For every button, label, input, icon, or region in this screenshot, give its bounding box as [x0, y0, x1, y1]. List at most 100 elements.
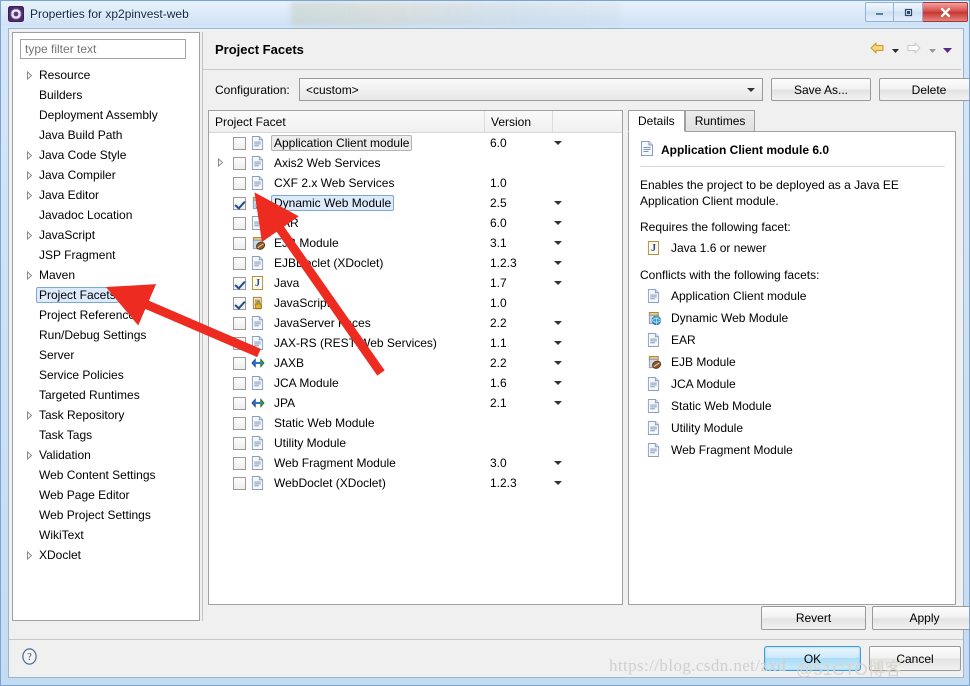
save-as-button[interactable]: Save As... — [771, 78, 871, 101]
facet-row-dynamic-web-module[interactable]: Dynamic Web Module 2.5 — [209, 193, 622, 213]
facet-checkbox[interactable] — [233, 196, 246, 210]
facet-checkbox[interactable] — [233, 236, 246, 250]
facet-checkbox[interactable] — [233, 256, 246, 270]
column-header-version[interactable]: Version — [485, 111, 553, 133]
facet-checkbox[interactable] — [233, 456, 246, 470]
sidebar-item-builders[interactable]: Builders — [13, 85, 199, 105]
page-menu-chevron-down-icon[interactable] — [942, 44, 952, 53]
expand-triangle-icon[interactable] — [23, 170, 36, 180]
facet-row-static-web-module[interactable]: Static Web Module — [209, 413, 622, 433]
sidebar-item-wikitext[interactable]: WikiText — [13, 525, 199, 545]
facet-checkbox[interactable] — [233, 276, 246, 290]
sidebar-item-task-repository[interactable]: Task Repository — [13, 405, 199, 425]
sidebar-item-task-tags[interactable]: Task Tags — [13, 425, 199, 445]
help-question-icon[interactable]: ? — [21, 648, 38, 668]
expand-triangle-icon[interactable] — [23, 410, 36, 420]
close-button[interactable] — [923, 2, 968, 22]
facet-row-javaserver-faces[interactable]: JavaServer Faces 2.2 — [209, 313, 622, 333]
back-menu-chevron-down-icon[interactable] — [891, 44, 900, 53]
expand-triangle-icon[interactable] — [217, 157, 224, 169]
minimize-button[interactable] — [865, 2, 894, 22]
chevron-down-icon[interactable] — [554, 481, 562, 485]
chevron-down-icon[interactable] — [554, 201, 562, 205]
facet-row-ear[interactable]: EAR 6.0 — [209, 213, 622, 233]
expand-triangle-icon[interactable] — [23, 150, 36, 160]
sidebar-item-java-build-path[interactable]: Java Build Path — [13, 125, 199, 145]
expand-triangle-icon[interactable] — [23, 550, 36, 560]
sidebar-item-project-references[interactable]: Project References — [13, 305, 199, 325]
chevron-down-icon[interactable] — [554, 261, 562, 265]
sidebar-item-java-compiler[interactable]: Java Compiler — [13, 165, 199, 185]
facet-row-utility-module[interactable]: Utility Module — [209, 433, 622, 453]
facet-checkbox[interactable] — [233, 356, 246, 370]
expand-triangle-icon[interactable] — [23, 70, 36, 80]
chevron-down-icon[interactable] — [554, 461, 562, 465]
facet-row-cxf-2-x-web-services[interactable]: CXF 2.x Web Services 1.0 — [209, 173, 622, 193]
expand-triangle-icon[interactable] — [23, 270, 36, 280]
facet-row-webdoclet-xdoclet[interactable]: WebDoclet (XDoclet) 1.2.3 — [209, 473, 622, 493]
chevron-down-icon[interactable] — [554, 381, 562, 385]
facet-checkbox[interactable] — [233, 376, 246, 390]
sidebar-item-web-content-settings[interactable]: Web Content Settings — [13, 465, 199, 485]
cancel-button[interactable]: Cancel — [869, 646, 961, 671]
chevron-down-icon[interactable] — [554, 221, 562, 225]
facet-checkbox[interactable] — [233, 296, 246, 310]
sidebar-item-web-project-settings[interactable]: Web Project Settings — [13, 505, 199, 525]
facet-row-application-client-module[interactable]: Application Client module 6.0 — [209, 133, 622, 153]
facet-row-ejbdoclet-xdoclet[interactable]: EJBDoclet (XDoclet) 1.2.3 — [209, 253, 622, 273]
chevron-down-icon[interactable] — [554, 361, 562, 365]
sidebar-item-resource[interactable]: Resource — [13, 65, 199, 85]
tab-runtimes[interactable]: Runtimes — [684, 110, 756, 131]
expand-triangle-icon[interactable] — [23, 190, 36, 200]
facet-checkbox[interactable] — [233, 396, 246, 410]
sidebar-item-java-editor[interactable]: Java Editor — [13, 185, 199, 205]
sidebar-item-service-policies[interactable]: Service Policies — [13, 365, 199, 385]
sidebar-item-javascript[interactable]: JavaScript — [13, 225, 199, 245]
expand-triangle-icon[interactable] — [23, 450, 36, 460]
sidebar-item-project-facets[interactable]: Project Facets — [13, 285, 199, 305]
revert-button[interactable]: Revert — [761, 606, 866, 630]
facet-checkbox[interactable] — [233, 436, 246, 450]
facet-checkbox[interactable] — [233, 476, 246, 490]
tab-details[interactable]: Details — [628, 110, 685, 132]
filter-input[interactable] — [20, 39, 186, 59]
facet-row-jaxb[interactable]: JAXB 2.2 — [209, 353, 622, 373]
facet-row-java[interactable]: J Java 1.7 — [209, 273, 622, 293]
chevron-down-icon[interactable] — [554, 401, 562, 405]
chevron-down-icon[interactable] — [554, 241, 562, 245]
column-header-project-facet[interactable]: Project Facet — [209, 111, 485, 133]
facet-row-jpa[interactable]: JPA 2.1 — [209, 393, 622, 413]
sidebar-item-jsp-fragment[interactable]: JSP Fragment — [13, 245, 199, 265]
ok-button[interactable]: OK — [764, 646, 861, 671]
facet-row-ejb-module[interactable]: EJB Module 3.1 — [209, 233, 622, 253]
maximize-button[interactable] — [894, 2, 923, 22]
sidebar-item-deployment-assembly[interactable]: Deployment Assembly — [13, 105, 199, 125]
back-arrow-icon[interactable] — [868, 40, 886, 56]
facet-checkbox[interactable] — [233, 336, 246, 350]
sidebar-item-server[interactable]: Server — [13, 345, 199, 365]
facet-row-jca-module[interactable]: JCA Module 1.6 — [209, 373, 622, 393]
facet-row-javascript[interactable]: JavaScript 1.0 — [209, 293, 622, 313]
facet-checkbox[interactable] — [233, 416, 246, 430]
facet-checkbox[interactable] — [233, 156, 246, 170]
chevron-down-icon[interactable] — [554, 281, 562, 285]
configuration-select[interactable]: <custom> — [299, 78, 763, 101]
column-header-extra[interactable] — [553, 111, 622, 133]
sidebar-item-run-debug-settings[interactable]: Run/Debug Settings — [13, 325, 199, 345]
sidebar-item-xdoclet[interactable]: XDoclet — [13, 545, 199, 565]
chevron-down-icon[interactable] — [554, 341, 562, 345]
facet-checkbox[interactable] — [233, 176, 246, 190]
facet-row-web-fragment-module[interactable]: Web Fragment Module 3.0 — [209, 453, 622, 473]
sidebar-item-java-code-style[interactable]: Java Code Style — [13, 145, 199, 165]
sidebar-item-targeted-runtimes[interactable]: Targeted Runtimes — [13, 385, 199, 405]
sidebar-item-validation[interactable]: Validation — [13, 445, 199, 465]
chevron-down-icon[interactable] — [554, 141, 562, 145]
sidebar-item-maven[interactable]: Maven — [13, 265, 199, 285]
facet-checkbox[interactable] — [233, 316, 246, 330]
sidebar-item-javadoc-location[interactable]: Javadoc Location — [13, 205, 199, 225]
facet-checkbox[interactable] — [233, 136, 246, 150]
facet-checkbox[interactable] — [233, 216, 246, 230]
expand-triangle-icon[interactable] — [23, 230, 36, 240]
apply-button[interactable]: Apply — [872, 606, 969, 630]
sidebar-item-web-page-editor[interactable]: Web Page Editor — [13, 485, 199, 505]
